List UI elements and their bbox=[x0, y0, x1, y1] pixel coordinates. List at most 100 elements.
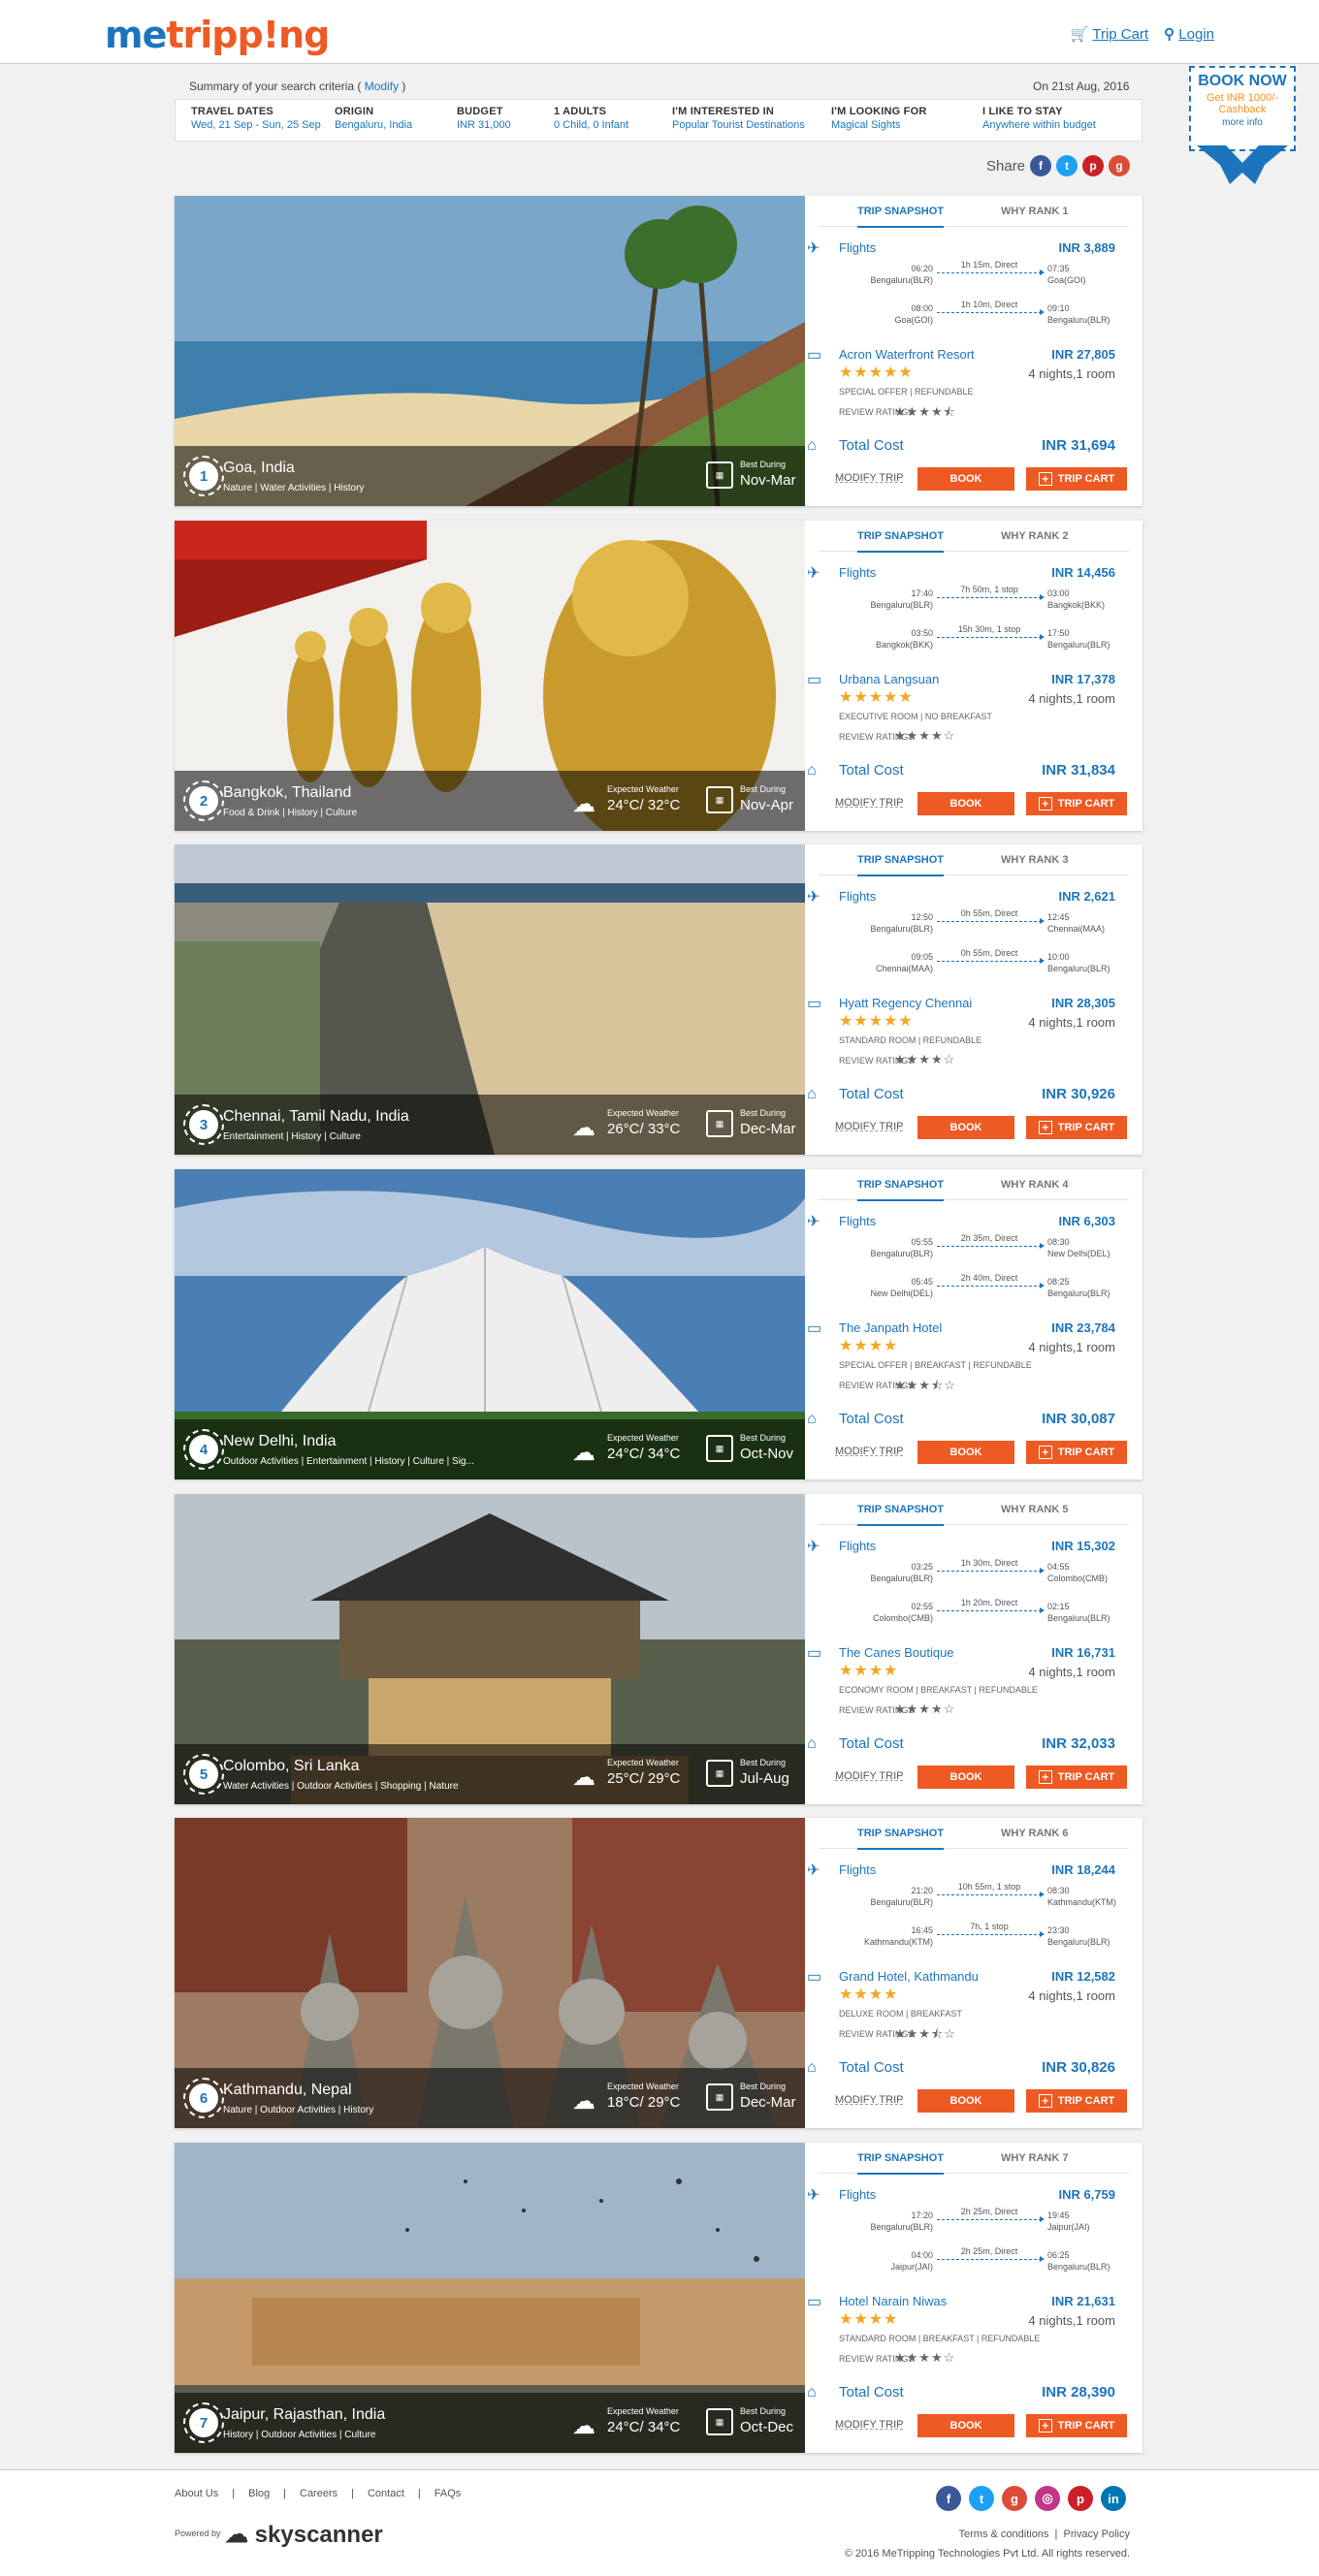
destination-photo[interactable]: 4 New Delhi, India Outdoor Activities | En… bbox=[175, 1169, 805, 1479]
trip-actions: MODIFY TRIP BOOK + TRIP CART bbox=[805, 1116, 1127, 1139]
hotel-name[interactable]: Acron Waterfront Resort bbox=[839, 347, 975, 362]
trip-details-panel: TRIP SNAPSHOT WHY RANK 6 ✈ Flights INR 18,24… bbox=[805, 1818, 1142, 2128]
modify-trip-link[interactable]: MODIFY TRIP bbox=[835, 1446, 904, 1457]
hotel-name[interactable]: The Janpath Hotel bbox=[839, 1320, 942, 1335]
modify-trip-link[interactable]: MODIFY TRIP bbox=[835, 2419, 904, 2431]
hotel-name[interactable]: Hotel Narain Niwas bbox=[839, 2294, 947, 2308]
hotel-price: INR 21,631 bbox=[1051, 2294, 1115, 2308]
tab-trip-snapshot[interactable]: TRIP SNAPSHOT bbox=[857, 2152, 945, 2175]
tab-why-rank[interactable]: WHY RANK 4 bbox=[1001, 1179, 1068, 1191]
footer-link[interactable]: FAQs bbox=[434, 2488, 462, 2499]
google-plus-icon[interactable]: g bbox=[1109, 155, 1131, 176]
login-link[interactable]: ⚲ Login bbox=[1164, 25, 1214, 43]
top-bar: metripp!ng 🛒 Trip Cart ⚲ Login bbox=[0, 0, 1319, 64]
destination-photo[interactable]: 5 Colombo, Sri Lanka Water Activities | Ou… bbox=[175, 1494, 805, 1804]
terms-link[interactable]: Terms & conditions bbox=[959, 2528, 1049, 2540]
footer-link[interactable]: Careers bbox=[300, 2488, 338, 2499]
hotel-row: ▭ The Janpath Hotel INR 23,784 ★★★★ 4 nights… bbox=[805, 1320, 1115, 1398]
book-button[interactable]: BOOK bbox=[917, 467, 1014, 491]
add-to-trip-cart-button[interactable]: + TRIP CART bbox=[1026, 467, 1127, 491]
tab-trip-snapshot[interactable]: TRIP SNAPSHOT bbox=[857, 1504, 945, 1526]
google-plus-icon[interactable]: g bbox=[1002, 2486, 1027, 2511]
instagram-icon[interactable]: ◎ bbox=[1035, 2486, 1060, 2511]
book-button[interactable]: BOOK bbox=[917, 792, 1014, 815]
footer-links: About Us | Blog | Careers | Contact | FAQs bbox=[175, 2488, 474, 2499]
destination-photo[interactable]: 3 Chennai, Tamil Nadu, India Entertainment… bbox=[175, 844, 805, 1155]
tag-icon: ⌂ bbox=[807, 1086, 817, 1102]
hotel-row: ▭ Urbana Langsuan INR 17,378 ★★★★★ 4 nights,… bbox=[807, 672, 1115, 743]
destination-photo[interactable]: 6 Kathmandu, Nepal Nature | Outdoor Activi… bbox=[175, 1818, 805, 2128]
add-to-trip-cart-button[interactable]: + TRIP CART bbox=[1026, 1441, 1127, 1464]
book-now-badge[interactable]: BOOK NOW Get INR 1000/- Cashback more in… bbox=[1189, 66, 1296, 151]
add-to-trip-cart-button[interactable]: + TRIP CART bbox=[1026, 792, 1127, 815]
destination-tags: Entertainment | History | Culture bbox=[223, 1131, 361, 1142]
tab-why-rank[interactable]: WHY RANK 1 bbox=[1001, 206, 1068, 217]
calendar-icon: ▦ bbox=[706, 461, 733, 489]
tab-why-rank[interactable]: WHY RANK 7 bbox=[1001, 2152, 1068, 2164]
book-button[interactable]: BOOK bbox=[917, 2089, 1014, 2113]
tab-why-rank[interactable]: WHY RANK 2 bbox=[1001, 530, 1068, 542]
ribbon-icon bbox=[1197, 145, 1288, 184]
footer-link[interactable]: Contact bbox=[368, 2488, 404, 2499]
bed-icon: ▭ bbox=[807, 347, 822, 364]
modify-trip-link[interactable]: MODIFY TRIP bbox=[835, 1770, 904, 1782]
book-button[interactable]: BOOK bbox=[917, 1765, 1014, 1789]
metripping-logo[interactable]: metripp!ng bbox=[105, 14, 330, 56]
book-button[interactable]: BOOK bbox=[917, 2414, 1014, 2437]
flight-leg: 03:25 Bengaluru(BLR) 1h 30m, Direct 04:55 Co… bbox=[870, 1558, 1109, 1583]
hotel-name[interactable]: The Canes Boutique bbox=[839, 1645, 954, 1660]
add-to-trip-cart-button[interactable]: + TRIP CART bbox=[1026, 1765, 1127, 1789]
tab-trip-snapshot[interactable]: TRIP SNAPSHOT bbox=[857, 206, 945, 228]
trip-cart-link[interactable]: 🛒 Trip Cart bbox=[1071, 25, 1148, 43]
facebook-icon[interactable]: f bbox=[1030, 155, 1052, 176]
privacy-link[interactable]: Privacy Policy bbox=[1064, 2528, 1130, 2540]
modify-trip-link[interactable]: MODIFY TRIP bbox=[835, 2094, 904, 2106]
book-button[interactable]: BOOK bbox=[917, 1441, 1014, 1464]
review-stars: ★★★★⯪ bbox=[894, 404, 956, 419]
add-to-trip-cart-button[interactable]: + TRIP CART bbox=[1026, 2414, 1127, 2437]
tab-why-rank[interactable]: WHY RANK 5 bbox=[1001, 1504, 1068, 1515]
modify-trip-link[interactable]: MODIFY TRIP bbox=[835, 472, 904, 484]
tab-trip-snapshot[interactable]: TRIP SNAPSHOT bbox=[857, 530, 945, 553]
tab-trip-snapshot[interactable]: TRIP SNAPSHOT bbox=[857, 854, 945, 876]
hotel-name[interactable]: Urbana Langsuan bbox=[839, 672, 939, 686]
linkedin-icon[interactable]: in bbox=[1101, 2486, 1126, 2511]
calendar-icon: ▦ bbox=[706, 786, 733, 813]
tab-why-rank[interactable]: WHY RANK 3 bbox=[1001, 854, 1068, 866]
pinterest-icon[interactable]: p bbox=[1068, 2486, 1093, 2511]
rank-badge: 3 bbox=[183, 1104, 224, 1145]
destination-photo[interactable]: 7 Jaipur, Rajasthan, India History | Outdo… bbox=[175, 2143, 805, 2453]
trip-card: 1 Goa, India Nature | Water Activities | H… bbox=[175, 196, 1142, 506]
tab-why-rank[interactable]: WHY RANK 6 bbox=[1001, 1828, 1068, 1839]
add-to-trip-cart-button[interactable]: + TRIP CART bbox=[1026, 2089, 1127, 2113]
footer-link[interactable]: Blog bbox=[248, 2488, 270, 2499]
more-info-link[interactable]: more info bbox=[1191, 117, 1294, 128]
flight-price: INR 3,889 bbox=[1058, 240, 1115, 255]
flight-path bbox=[937, 309, 1045, 315]
room-type: SPECIAL OFFER | BREAKFAST | REFUNDABLE bbox=[839, 1360, 1032, 1370]
tab-trip-snapshot[interactable]: TRIP SNAPSHOT bbox=[857, 1828, 945, 1850]
modify-trip-link[interactable]: MODIFY TRIP bbox=[835, 797, 904, 809]
best-during: ▦ Best During Oct-Dec bbox=[706, 2406, 799, 2439]
facebook-icon[interactable]: f bbox=[936, 2486, 961, 2511]
footer-link[interactable]: About Us bbox=[175, 2488, 218, 2499]
destination-photo[interactable]: 2 Bangkok, Thailand Food & Drink | History… bbox=[175, 521, 805, 831]
hotel-name[interactable]: Grand Hotel, Kathmandu bbox=[839, 1969, 979, 1984]
rank-badge: 7 bbox=[183, 2402, 224, 2443]
plane-icon: ✈ bbox=[807, 2187, 820, 2204]
modify-search-link[interactable]: Modify bbox=[365, 80, 399, 93]
tab-trip-snapshot[interactable]: TRIP SNAPSHOT bbox=[857, 1179, 945, 1201]
flight-leg: 05:45 New Delhi(DEL) 2h 40m, Direct 08:25 Be… bbox=[870, 1273, 1110, 1298]
add-to-trip-cart-button[interactable]: + TRIP CART bbox=[1026, 1116, 1127, 1139]
pinterest-icon[interactable]: p bbox=[1082, 155, 1105, 176]
modify-trip-link[interactable]: MODIFY TRIP bbox=[835, 1121, 904, 1132]
tag-icon: ⌂ bbox=[807, 1411, 817, 1427]
twitter-icon[interactable]: t bbox=[1056, 155, 1078, 176]
book-button[interactable]: BOOK bbox=[917, 1116, 1014, 1139]
destination-photo[interactable]: 1 Goa, India Nature | Water Activities | H… bbox=[175, 196, 805, 506]
hotel-name[interactable]: Hyatt Regency Chennai bbox=[839, 996, 972, 1010]
twitter-icon[interactable]: t bbox=[969, 2486, 994, 2511]
flight-path bbox=[937, 1568, 1045, 1574]
criteria-item: ORIGIN Bengaluru, India bbox=[335, 106, 412, 131]
review-stars: ★★★★☆ bbox=[894, 728, 956, 743]
